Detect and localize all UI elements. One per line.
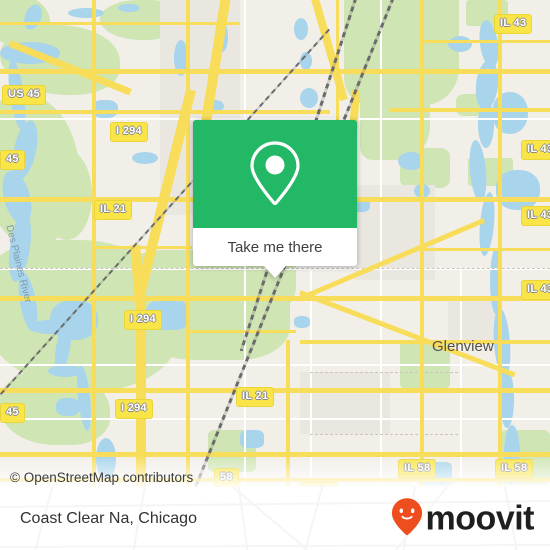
map-pin-icon (247, 139, 303, 210)
road-shield: 45 (0, 403, 25, 423)
road-shield: IL 43 (494, 14, 533, 34)
moovit-map-screen: Glenview Des Plaines River US 45 I 294 4… (0, 0, 550, 550)
popup-pointer-tail (264, 266, 286, 278)
road-shield: 58 (214, 468, 239, 487)
road-shield: IL 58 (398, 459, 437, 479)
road-shield: IL 43 (521, 140, 550, 160)
road-shield: IL 58 (495, 459, 534, 479)
moovit-brand[interactable]: moovit (391, 497, 535, 540)
osm-attribution[interactable]: © OpenStreetMap contributors (10, 470, 193, 485)
road-shield: I 294 (110, 122, 148, 142)
road-shield: IL 21 (236, 387, 275, 407)
road-shield: IL 21 (94, 200, 133, 220)
popup-footer[interactable]: Take me there (193, 228, 357, 266)
road-shield: I 294 (115, 399, 153, 419)
road-shield: IL 43 (521, 206, 550, 226)
road-shield: IL 43 (521, 280, 550, 300)
footer-bar: Coast Clear Na, Chicago moovit (0, 487, 550, 550)
popup-header (193, 120, 357, 228)
place-popup-card[interactable]: Take me there (193, 120, 357, 278)
road-shield: US 45 (2, 85, 47, 105)
place-title: Coast Clear Na, Chicago (20, 509, 197, 527)
road-shield: I 294 (124, 310, 162, 330)
road-shield: 45 (0, 150, 25, 170)
moovit-wordmark: moovit (425, 499, 535, 538)
take-me-there-label: Take me there (227, 238, 323, 256)
moovit-smiley-pin-icon (391, 497, 423, 540)
